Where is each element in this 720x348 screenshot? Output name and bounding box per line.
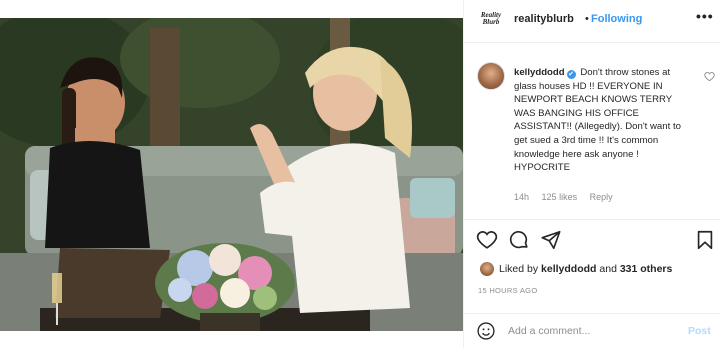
comment-meta: 14h 125 likes Reply — [514, 192, 623, 202]
bookmark-icon[interactable] — [694, 229, 716, 251]
comment-input[interactable]: Add a comment... — [508, 325, 590, 337]
actions-divider — [464, 219, 720, 220]
heart-icon[interactable] — [476, 229, 498, 251]
post-timestamp[interactable]: 15 HOURS AGO — [478, 286, 537, 295]
post-photo[interactable] — [0, 18, 463, 331]
likes-prefix: Liked by — [499, 263, 542, 275]
verified-badge-icon: ✔ — [566, 70, 576, 79]
liker-avatar[interactable] — [480, 262, 494, 276]
reply-button[interactable]: Reply — [590, 192, 613, 202]
likes-summary: Liked by kellyddodd and 331 others — [499, 263, 672, 275]
comment-body: kellyddodd ✔ Don't throw stones at glass … — [514, 66, 694, 175]
photo-illustration — [0, 18, 463, 331]
liker-username[interactable]: kellyddodd — [541, 263, 596, 275]
emoji-icon[interactable] — [476, 321, 496, 341]
comment-text: Don't throw stones at glass houses HD !!… — [514, 67, 681, 174]
post-button[interactable]: Post — [688, 325, 711, 337]
comment-icon[interactable] — [508, 229, 530, 251]
account-username[interactable]: realityblurb — [514, 13, 574, 25]
post-side-panel: Reality Blurb realityblurb • Following •… — [463, 0, 720, 348]
instagram-post: Reality Blurb realityblurb • Following •… — [0, 0, 720, 348]
post-actions — [476, 229, 713, 251]
share-icon[interactable] — [540, 229, 562, 251]
comment-likes[interactable]: 125 likes — [542, 192, 578, 202]
commenter-username[interactable]: kellyddodd — [514, 67, 565, 78]
more-options-icon[interactable]: ••• — [696, 8, 714, 24]
comment-like-heart-icon[interactable] — [704, 71, 715, 82]
brand-logo-line2: Blurb — [482, 18, 500, 26]
post-header: Reality Blurb realityblurb • Following •… — [464, 0, 720, 42]
likes-middle: and — [596, 263, 620, 275]
add-comment-bar: Add a comment... Post — [464, 313, 720, 348]
header-divider — [464, 42, 720, 43]
commenter-avatar[interactable] — [477, 62, 505, 90]
following-button[interactable]: Following — [591, 13, 642, 25]
others-count[interactable]: 331 others — [620, 263, 673, 275]
header-separator: • — [585, 13, 589, 25]
account-avatar[interactable]: Reality Blurb — [478, 12, 504, 32]
comment-age: 14h — [514, 192, 530, 202]
